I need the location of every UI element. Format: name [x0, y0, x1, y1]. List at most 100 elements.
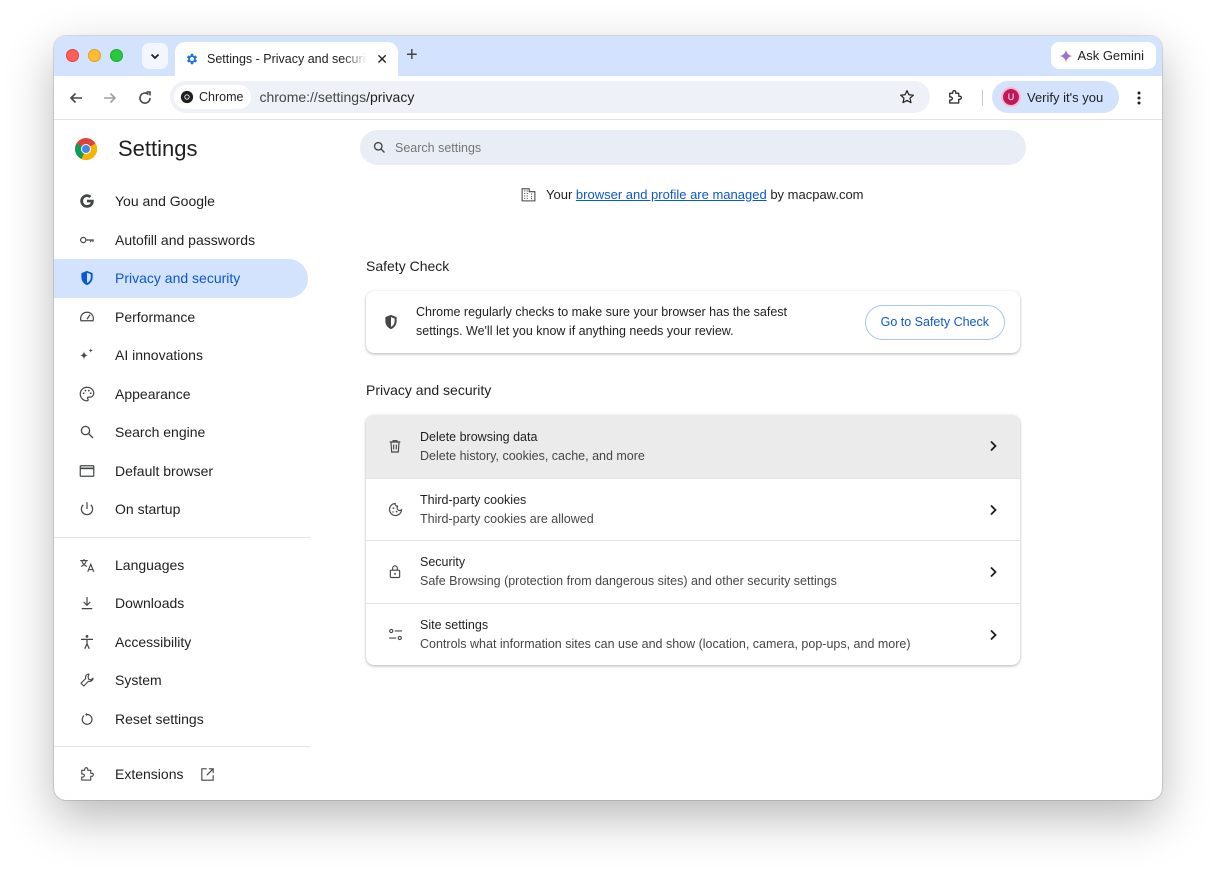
download-icon [78, 594, 96, 612]
external-link-icon [199, 766, 216, 783]
profile-button[interactable]: U Verify it's you [992, 81, 1119, 113]
tab-search-button[interactable] [142, 43, 168, 69]
sidebar-item-ai-innovations[interactable]: AI innovations [54, 336, 308, 375]
sidebar-item-search-engine[interactable]: Search engine [54, 413, 308, 452]
managed-link[interactable]: browser and profile are managed [576, 187, 767, 202]
row-subtitle: Delete history, cookies, cache, and more [420, 448, 645, 463]
safety-check-description: Chrome regularly checks to make sure you… [416, 305, 787, 338]
browser-window-icon [78, 462, 96, 480]
sidebar-item-label: Autofill and passwords [115, 231, 256, 248]
managed-suffix: by macpaw.com [770, 187, 864, 202]
new-tab-button[interactable]: + [406, 45, 418, 65]
chevron-right-icon [986, 626, 1000, 644]
zoom-window-button[interactable] [110, 49, 123, 62]
building-icon [521, 188, 536, 202]
search-settings-field[interactable] [360, 130, 1026, 165]
sparkle-icon [78, 346, 96, 364]
row-security[interactable]: Security Safe Browsing (protection from … [366, 540, 1020, 603]
row-texts: Site settings Controls what information … [420, 618, 911, 651]
reload-icon [139, 91, 151, 104]
active-tab[interactable]: Settings - Privacy and security ✕ [175, 42, 398, 76]
chrome-logo-icon [75, 138, 97, 160]
sidebar-item-label: Search engine [115, 424, 206, 441]
shield-icon [78, 269, 96, 287]
sidebar-item-label: Downloads [115, 595, 185, 612]
chevron-right-icon [986, 563, 1000, 581]
translate-icon [78, 556, 96, 574]
reset-icon [78, 710, 96, 728]
power-icon [78, 500, 96, 518]
sidebar-item-downloads[interactable]: Downloads [54, 584, 308, 623]
toolbar-divider [982, 90, 983, 106]
sidebar-item-label: Privacy and security [115, 270, 241, 287]
row-delete-browsing-data[interactable]: Delete browsing data Delete history, coo… [366, 415, 1020, 478]
close-tab-icon[interactable]: ✕ [376, 51, 388, 68]
search-input[interactable] [395, 140, 995, 155]
google-g-icon [78, 192, 96, 210]
row-subtitle: Controls what information sites can use … [420, 636, 911, 651]
settings-brand: Settings [74, 136, 198, 162]
search-icon [373, 141, 385, 153]
puzzle-icon [949, 90, 962, 104]
sidebar-item-performance[interactable]: Performance [54, 298, 308, 337]
safety-check-heading: Safety Check [366, 258, 450, 274]
puzzle-icon [78, 765, 96, 783]
sidebar-item-default-browser[interactable]: Default browser [54, 452, 308, 491]
sidebar-item-label: AI innovations [115, 347, 203, 364]
row-site-settings[interactable]: Site settings Controls what information … [366, 602, 1020, 666]
more-vert-icon [1137, 91, 1141, 105]
reload-button[interactable] [135, 88, 155, 108]
search-icon [78, 423, 96, 441]
sidebar-item-label: Appearance [115, 385, 191, 402]
settings-sidebar: Settings You and Google Autofill and pas… [54, 121, 314, 800]
toolbar: Chrome chrome://settings/privacy U Verif… [54, 76, 1162, 120]
sidebar-item-label: Extensions [115, 766, 184, 783]
sidebar-item-autofill[interactable]: Autofill and passwords [54, 221, 308, 260]
sidebar-item-label: Accessibility [115, 633, 192, 650]
sidebar-item-appearance[interactable]: Appearance [54, 375, 308, 414]
sidebar-item-label: On startup [115, 501, 181, 518]
row-title: Security [420, 555, 466, 570]
managed-text: Your browser and profile are managed by … [546, 187, 864, 202]
ask-gemini-button[interactable]: Ask Gemini [1050, 42, 1156, 69]
minimize-window-button[interactable] [88, 49, 101, 62]
row-subtitle: Third-party cookies are allowed [420, 511, 594, 526]
row-subtitle: Safe Browsing (protection from dangerous… [420, 574, 837, 589]
shield-icon [385, 314, 397, 330]
bookmark-button[interactable] [898, 88, 916, 111]
gemini-sparkle-icon [1059, 49, 1072, 62]
forward-button[interactable] [100, 88, 120, 108]
sidebar-item-system[interactable]: System [54, 661, 308, 700]
sidebar-item-extensions[interactable]: Extensions [54, 755, 308, 794]
trash-icon [386, 437, 404, 455]
accessibility-icon [78, 633, 96, 651]
sidebar-item-you-and-google[interactable]: You and Google [54, 182, 308, 221]
sidebar-item-privacy[interactable]: Privacy and security [54, 259, 308, 298]
sidebar-item-reset[interactable]: Reset settings [54, 700, 308, 739]
address-bar[interactable]: Chrome chrome://settings/privacy [170, 81, 930, 113]
chrome-menu-button[interactable] [1130, 88, 1148, 108]
row-third-party-cookies[interactable]: Third-party cookies Third-party cookies … [366, 477, 1020, 541]
row-title: Delete browsing data [420, 429, 538, 444]
go-to-safety-check-button[interactable]: Go to Safety Check [864, 304, 1005, 340]
back-button[interactable] [66, 88, 86, 108]
row-texts: Security Safe Browsing (protection from … [420, 555, 837, 588]
url-path: /privacy [366, 89, 415, 105]
wrench-icon [78, 671, 96, 689]
sidebar-item-on-startup[interactable]: On startup [54, 490, 308, 529]
sidebar-item-accessibility[interactable]: Accessibility [54, 623, 308, 662]
extensions-button[interactable] [946, 88, 964, 111]
row-title: Third-party cookies [420, 492, 527, 507]
sidebar-item-languages[interactable]: Languages [54, 546, 308, 585]
privacy-card: Delete browsing data Delete history, coo… [366, 415, 1020, 665]
speedometer-icon [78, 308, 96, 326]
sidebar-item-label: Languages [115, 556, 185, 573]
tab-strip: Settings - Privacy and security ✕ + Ask … [54, 36, 1162, 76]
close-window-button[interactable] [66, 49, 79, 62]
privacy-heading: Privacy and security [366, 382, 492, 398]
profile-label: Verify it's you [1027, 89, 1104, 105]
site-info-chip[interactable]: Chrome [174, 85, 252, 109]
sidebar-item-label: System [115, 672, 162, 689]
sidebar-divider [54, 746, 310, 747]
sidebar-item-label: Default browser [115, 462, 214, 479]
